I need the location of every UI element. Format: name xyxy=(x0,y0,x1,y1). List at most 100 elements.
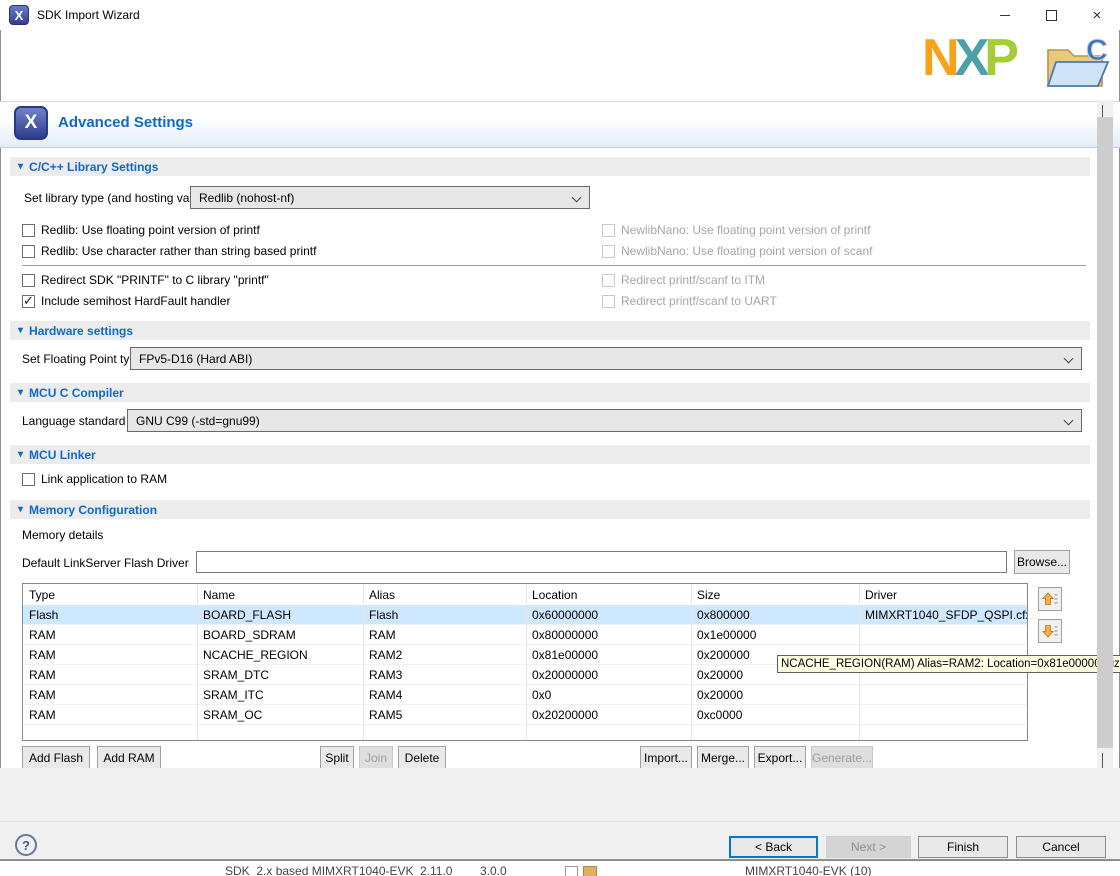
c-project-folder-icon: C xyxy=(1042,32,1114,96)
import-button[interactable]: Import... xyxy=(640,746,692,769)
section-title: MCU C Compiler xyxy=(29,386,124,400)
language-standard-value: GNU C99 (-std=gnu99) xyxy=(136,414,260,428)
chevron-down-icon xyxy=(1064,416,1074,426)
column-header[interactable]: Driver xyxy=(859,588,1028,602)
table-cell: Flash xyxy=(23,608,197,622)
section-title: MCU Linker xyxy=(29,448,96,462)
table-cell: NCACHE_REGION xyxy=(197,648,363,662)
column-header[interactable]: Size xyxy=(691,588,859,602)
table-cell: Flash xyxy=(363,608,526,622)
section-hardware-settings[interactable]: ▾ Hardware settings xyxy=(10,321,1090,340)
cancel-button[interactable]: Cancel xyxy=(1016,836,1106,858)
column-divider xyxy=(526,584,527,740)
table-row-sram-oc[interactable]: RAMSRAM_OCRAM50x202000000xc0000 xyxy=(23,705,1027,725)
scroll-down-icon[interactable] xyxy=(1102,753,1103,767)
section-mcu-linker[interactable]: ▾ MCU Linker xyxy=(10,445,1090,464)
checkbox-box xyxy=(22,473,35,486)
table-cell: 0x20000 xyxy=(691,688,859,702)
checkbox-box xyxy=(22,245,35,258)
checkbox-redlib-float-printf[interactable]: Redlib: Use floating point version of pr… xyxy=(22,222,260,238)
section-memory-configuration[interactable]: ▾ Memory Configuration xyxy=(10,500,1090,519)
page-title: Advanced Settings xyxy=(58,114,193,131)
checkbox-newlibnano-float-scanf[interactable]: NewlibNano: Use floating point version o… xyxy=(602,243,872,259)
background-folder-icon xyxy=(583,866,597,876)
next-button[interactable]: Next > xyxy=(826,836,911,858)
language-standard-dropdown[interactable]: GNU C99 (-std=gnu99) xyxy=(127,409,1082,432)
minimize-icon xyxy=(1000,15,1010,16)
checkbox-redlib-char-printf[interactable]: Redlib: Use character rather than string… xyxy=(22,243,316,259)
library-type-dropdown[interactable]: Redlib (nohost-nf) xyxy=(190,186,590,209)
column-header[interactable]: Alias xyxy=(363,588,526,602)
table-cell: RAM xyxy=(23,688,197,702)
section-mcu-c-compiler[interactable]: ▾ MCU C Compiler xyxy=(10,383,1090,402)
table-cell: RAM5 xyxy=(363,708,526,722)
table-cell: RAM xyxy=(363,628,526,642)
table-cell: RAM xyxy=(23,648,197,662)
maximize-icon xyxy=(1046,10,1057,21)
collapse-triangle-icon: ▾ xyxy=(18,162,23,172)
browse-button[interactable]: Browse... xyxy=(1014,550,1070,574)
column-header[interactable]: Name xyxy=(197,588,363,602)
table-cell: 0xc0000 xyxy=(691,708,859,722)
add-ram-button[interactable]: Add RAM xyxy=(97,746,161,769)
checkbox-box xyxy=(22,274,35,287)
move-row-down-button[interactable] xyxy=(1038,619,1062,643)
checkbox-box xyxy=(602,224,615,237)
checkbox-box xyxy=(602,274,615,287)
table-cell: 0x60000000 xyxy=(526,608,691,622)
table-cell: RAM4 xyxy=(363,688,526,702)
table-row-board-sdram[interactable]: RAMBOARD_SDRAMRAM0x800000000x1e00000 xyxy=(23,625,1027,645)
checkbox-box xyxy=(602,295,615,308)
checkbox-semihost-hardfault[interactable]: Include semihost HardFault handler xyxy=(22,293,230,309)
fpu-type-label: Set Floating Point type xyxy=(22,352,143,366)
close-button[interactable]: × xyxy=(1074,0,1120,30)
chevron-down-icon xyxy=(572,193,582,203)
split-button[interactable]: Split xyxy=(320,746,354,769)
join-button[interactable]: Join xyxy=(359,746,393,769)
flash-driver-label: Default LinkServer Flash Driver xyxy=(22,556,189,570)
merge-button[interactable]: Merge... xyxy=(697,746,749,769)
add-flash-button[interactable]: Add Flash xyxy=(22,746,90,769)
table-cell: RAM2 xyxy=(363,648,526,662)
checkbox-box xyxy=(602,245,615,258)
minimize-button[interactable] xyxy=(982,0,1028,30)
checkbox-label: Link application to RAM xyxy=(41,472,167,486)
table-cell: MIMXRT1040_SFDP_QSPI.cfx xyxy=(859,608,1028,622)
window-title: SDK Import Wizard xyxy=(37,8,140,22)
checkbox-redirect-itm[interactable]: Redirect printf/scanf to ITM xyxy=(602,272,765,288)
checkbox-label: NewlibNano: Use floating point version o… xyxy=(621,223,870,237)
chevron-down-icon xyxy=(1064,354,1074,364)
scrollbar-thumb[interactable] xyxy=(1097,117,1113,748)
checkbox-label: Include semihost HardFault handler xyxy=(41,294,230,308)
close-icon: × xyxy=(1093,8,1102,23)
column-header[interactable]: Location xyxy=(526,588,691,602)
column-header[interactable]: Type xyxy=(23,588,197,602)
delete-button[interactable]: Delete xyxy=(398,746,446,769)
table-cell: RAM xyxy=(23,668,197,682)
column-divider xyxy=(197,584,198,740)
table-cell: RAM xyxy=(23,708,197,722)
table-row-board-flash[interactable]: FlashBOARD_FLASHFlash0x600000000x800000M… xyxy=(23,605,1027,625)
maximize-button[interactable] xyxy=(1028,0,1074,30)
table-cell: 0x800000 xyxy=(691,608,859,622)
checkbox-redirect-sdk-printf[interactable]: Redirect SDK "PRINTF" to C library "prin… xyxy=(22,272,269,288)
finish-button[interactable]: Finish xyxy=(918,836,1008,858)
export-button[interactable]: Export... xyxy=(754,746,806,769)
section-library-settings[interactable]: ▾ C/C++ Library Settings xyxy=(10,157,1090,176)
help-button[interactable]: ? xyxy=(15,834,37,856)
background-sdk-name: SDK_2.x based MIMXRT1040-EVK xyxy=(225,864,414,876)
table-cell: 0x81e00000 xyxy=(526,648,691,662)
checkbox-redirect-uart[interactable]: Redirect printf/scanf to UART xyxy=(602,293,777,309)
checkbox-newlibnano-float-printf[interactable]: NewlibNano: Use floating point version o… xyxy=(602,222,870,238)
table-row-sram-itc[interactable]: RAMSRAM_ITCRAM40x00x20000 xyxy=(23,685,1027,705)
fpu-type-dropdown[interactable]: FPv5-D16 (Hard ABI) xyxy=(130,347,1082,370)
generate-button[interactable]: Generate... xyxy=(811,746,873,769)
back-button[interactable]: < Back xyxy=(729,836,818,858)
flash-driver-input[interactable] xyxy=(196,551,1007,573)
checkbox-link-to-ram[interactable]: Link application to RAM xyxy=(22,471,167,487)
section-title: Hardware settings xyxy=(29,324,133,338)
fpu-type-value: FPv5-D16 (Hard ABI) xyxy=(139,352,252,366)
move-row-up-button[interactable] xyxy=(1038,587,1062,611)
table-cell: 0x20000000 xyxy=(526,668,691,682)
checkbox-box xyxy=(22,295,35,308)
